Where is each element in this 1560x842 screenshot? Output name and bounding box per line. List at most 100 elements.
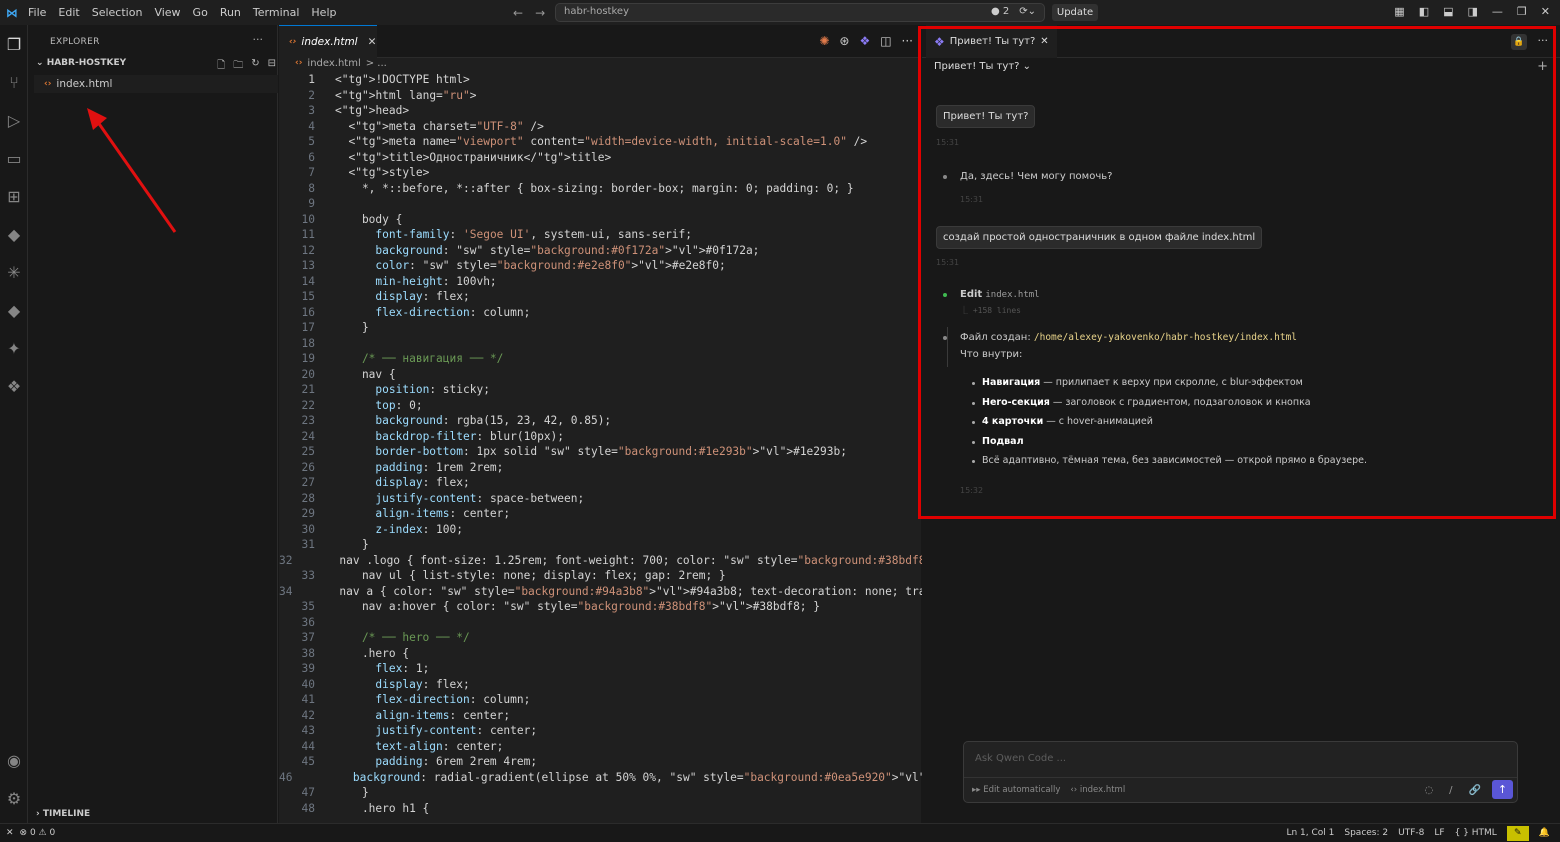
toggle-panel-icon[interactable]: ⬓ [1443, 5, 1453, 18]
forward-arrow-icon[interactable]: → [535, 6, 545, 20]
problems-indicator[interactable]: ⊗ 0 ⚠ 0 [20, 828, 56, 838]
code-line[interactable]: 25 border-bottom: 1px solid "sw" style="… [279, 444, 921, 460]
menu-item[interactable]: Help [311, 6, 336, 19]
code-line[interactable]: 46 background: radial-gradient(ellipse a… [279, 770, 1134, 786]
code-line[interactable]: 8 *, *::before, *::after { box-sizing: b… [279, 181, 921, 197]
sync-icon[interactable]: ⟳⌄ [1019, 6, 1036, 17]
code-editor[interactable]: 1 <"tg">!DOCTYPE html> 2 <"tg">html lang="r… [279, 72, 1134, 817]
code-line[interactable]: 19 /* ── навигация ── */ [279, 351, 921, 367]
code-line[interactable]: 29 align-items: center; [279, 506, 921, 522]
star-icon[interactable]: ✦ [0, 329, 28, 367]
code-line[interactable]: 35 nav a:hover { color: "sw" style="back… [279, 599, 921, 615]
slash-command-icon[interactable]: / [1449, 785, 1452, 796]
code-line[interactable]: 15 display: flex; [279, 289, 921, 305]
code-line[interactable]: 34 nav a { color: "sw" style="background… [279, 584, 1067, 600]
code-line[interactable]: 47 } [279, 785, 921, 801]
close-tab-icon[interactable]: ✕ [368, 36, 377, 48]
refresh-icon[interactable]: ↻ [251, 58, 259, 75]
code-line[interactable]: 2 <"tg">html lang="ru"> [279, 88, 921, 104]
send-button[interactable]: ↑ [1492, 780, 1513, 799]
timeline-section[interactable]: › TIMELINE [36, 809, 90, 819]
code-line[interactable]: 22 top: 0; [279, 398, 921, 414]
close-window-icon[interactable]: ✕ [1541, 5, 1550, 18]
code-line[interactable]: 10 body { [279, 212, 921, 228]
code-line[interactable]: 36 [279, 615, 921, 631]
code-line[interactable]: 13 color: "sw" style="background:#e2e8f0… [279, 258, 921, 274]
menu-item[interactable]: View [154, 6, 180, 19]
code-line[interactable]: 48 .hero h1 { [279, 801, 921, 817]
edit-mode-toggle[interactable]: ▸▸ Edit automatically [972, 785, 1060, 795]
code-line[interactable]: 4 <"tg">meta charset="UTF-8" /> [279, 119, 921, 135]
notifications-icon[interactable]: 🔔 [1539, 828, 1550, 838]
collapse-icon[interactable]: ⊟ [268, 58, 276, 75]
claude-icon[interactable]: ✺ [819, 34, 829, 48]
code-line[interactable]: 26 padding: 1rem 2rem; [279, 460, 921, 476]
menu-item[interactable]: Terminal [253, 6, 300, 19]
code-line[interactable]: 5 <"tg">meta name="viewport" content="wi… [279, 134, 921, 150]
attach-icon[interactable]: 🔗 [1469, 785, 1481, 796]
code-line[interactable]: 20 nav { [279, 367, 921, 383]
more-actions-icon[interactable]: ··· [253, 33, 264, 46]
workspace-section[interactable]: ⌄ HABR-HOSTKEY 🗋 🗀 ↻ ⊟ [36, 58, 276, 75]
language-mode[interactable]: { } HTML [1455, 828, 1497, 838]
code-line[interactable]: 42 align-items: center; [279, 708, 921, 724]
cursor-position[interactable]: Ln 1, Col 1 [1286, 828, 1334, 838]
file-item-index-html[interactable]: ‹› index.html [34, 75, 278, 93]
chat-input[interactable]: Ask Qwen Code ... ▸▸ Edit automatically … [963, 741, 1518, 803]
extensions-icon[interactable]: ⊞ [0, 177, 28, 215]
code-line[interactable]: 17 } [279, 320, 921, 336]
code-line[interactable]: 12 background: "sw" style="background:#0… [279, 243, 921, 259]
code-line[interactable]: 14 min-height: 100vh; [279, 274, 921, 290]
python-env-icon[interactable]: ◆ [0, 291, 28, 329]
menu-item[interactable]: Run [220, 6, 241, 19]
code-line[interactable]: 1 <"tg">!DOCTYPE html> [279, 72, 921, 88]
line-ending[interactable]: LF [1434, 828, 1444, 838]
code-line[interactable]: 45 padding: 6rem 2rem 4rem; [279, 754, 921, 770]
code-line[interactable]: 24 backdrop-filter: blur(10px); [279, 429, 921, 445]
spinner-icon[interactable]: ◌ [1424, 785, 1433, 796]
tab-index-html[interactable]: ‹› index.html ✕ [279, 25, 377, 58]
layout-icon[interactable]: ▦ [1394, 5, 1404, 18]
code-line[interactable]: 11 font-family: 'Segoe UI', system-ui, s… [279, 227, 921, 243]
settings-gear-icon[interactable]: ⚙ [0, 779, 28, 817]
run-debug-icon[interactable]: ▷ [0, 101, 28, 139]
context-file[interactable]: ‹› index.html [1070, 785, 1125, 795]
menu-item[interactable]: File [28, 6, 46, 19]
new-file-icon[interactable]: 🗋 [217, 58, 225, 75]
qwen-run-icon[interactable]: ❖ [859, 34, 870, 48]
code-line[interactable]: 40 display: flex; [279, 677, 921, 693]
toggle-secondary-icon[interactable]: ◨ [1468, 5, 1478, 18]
code-line[interactable]: 43 justify-content: center; [279, 723, 921, 739]
code-line[interactable]: 23 background: rgba(15, 23, 42, 0.85); [279, 413, 921, 429]
code-line[interactable]: 27 display: flex; [279, 475, 921, 491]
update-button[interactable]: Update [1052, 4, 1098, 21]
encoding[interactable]: UTF-8 [1398, 828, 1424, 838]
code-line[interactable]: 31 } [279, 537, 921, 553]
code-line[interactable]: 32 nav .logo { font-size: 1.25rem; font-… [279, 553, 1040, 569]
menu-item[interactable]: Edit [58, 6, 79, 19]
account-icon[interactable]: ◉ [0, 741, 28, 779]
python-icon[interactable]: ◆ [0, 215, 28, 253]
openai-icon[interactable]: ⊛ [839, 34, 849, 48]
editor-more-icon[interactable]: ··· [902, 34, 913, 48]
code-line[interactable]: 18 [279, 336, 921, 352]
back-arrow-icon[interactable]: ← [513, 6, 523, 20]
code-line[interactable]: 30 z-index: 100; [279, 522, 921, 538]
menu-item[interactable]: Selection [92, 6, 143, 19]
code-line[interactable]: 41 flex-direction: column; [279, 692, 921, 708]
toggle-sidebar-icon[interactable]: ◧ [1419, 5, 1429, 18]
minimize-icon[interactable]: — [1492, 5, 1503, 18]
code-line[interactable]: 6 <"tg">title>Одностраничник</"tg">title… [279, 150, 921, 166]
split-editor-icon[interactable]: ◫ [880, 34, 891, 48]
explorer-icon[interactable]: ❐ [0, 25, 28, 63]
command-center-search[interactable]: habr-hostkey ● 2 ⟳⌄ [555, 3, 1045, 22]
indentation[interactable]: Spaces: 2 [1344, 828, 1388, 838]
breadcrumb-file[interactable]: index.html [307, 58, 360, 72]
code-line[interactable]: 16 flex-direction: column; [279, 305, 921, 321]
breadcrumb-more[interactable]: > ... [366, 58, 387, 72]
sparkle-icon[interactable]: ✳ [0, 253, 28, 291]
copilot-icon[interactable]: ✎ [1506, 825, 1529, 841]
menu-item[interactable]: Go [193, 6, 208, 19]
restore-icon[interactable]: ❐ [1517, 5, 1527, 18]
code-line[interactable]: 28 justify-content: space-between; [279, 491, 921, 507]
